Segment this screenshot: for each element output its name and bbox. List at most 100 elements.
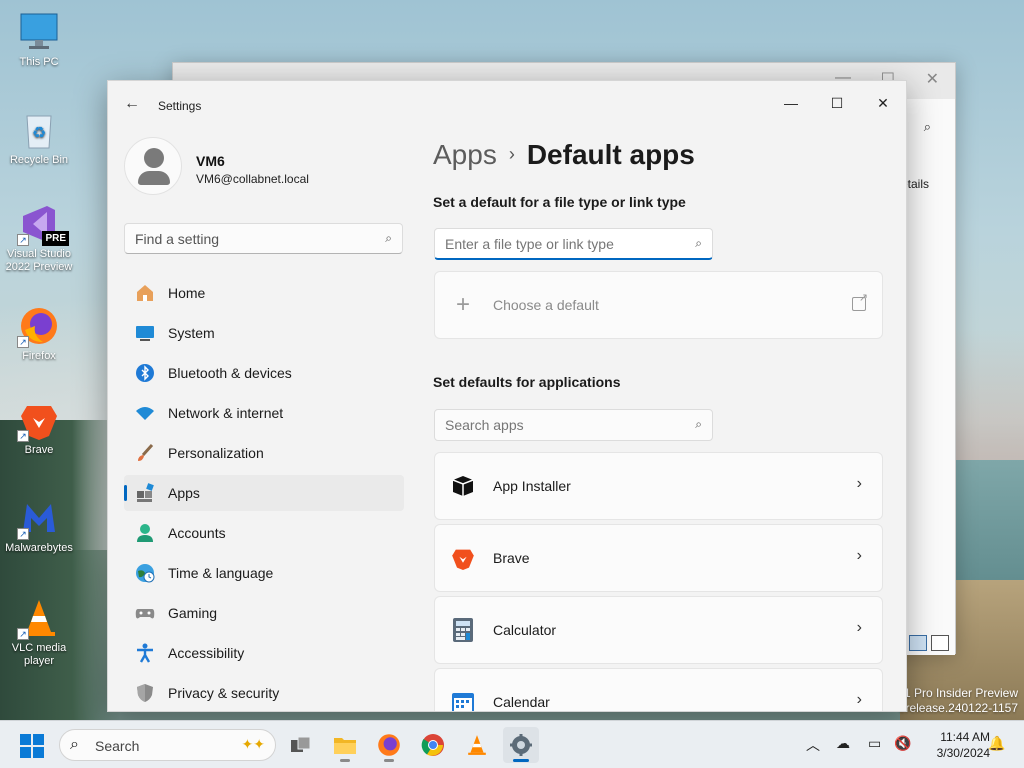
find-setting-box[interactable]: ⌕ bbox=[124, 223, 403, 254]
apps-search-box[interactable]: ⌕ bbox=[434, 409, 713, 441]
home-icon bbox=[134, 282, 156, 304]
view-toggle[interactable] bbox=[909, 635, 949, 651]
desktop-icon-recycle-bin[interactable]: ♻ Recycle Bin bbox=[1, 110, 77, 167]
sidebar-item-accounts[interactable]: Accounts bbox=[124, 515, 404, 551]
plus-icon: + bbox=[455, 291, 470, 318]
search-icon: ⌕ bbox=[385, 231, 392, 245]
taskbar-chrome[interactable] bbox=[415, 727, 451, 763]
filetype-search-box[interactable]: ⌕ bbox=[434, 228, 713, 260]
back-arrow-icon[interactable]: ← bbox=[124, 95, 140, 113]
breadcrumb: Apps › Default apps bbox=[433, 139, 695, 171]
window-title: Settings bbox=[158, 99, 202, 113]
gamepad-icon bbox=[134, 602, 156, 624]
folder-icon bbox=[334, 738, 356, 754]
app-row-brave[interactable]: Brave › bbox=[434, 524, 883, 592]
sidebar-item-accessibility[interactable]: Accessibility bbox=[124, 635, 404, 671]
svg-text:♻: ♻ bbox=[32, 125, 46, 142]
search-icon[interactable]: ⌕ bbox=[924, 119, 931, 135]
sidebar-item-apps[interactable]: Apps bbox=[124, 475, 404, 511]
sidebar-item-personalization[interactable]: Personalization bbox=[124, 435, 404, 471]
cloud-offline-icon[interactable]: ☁ bbox=[836, 735, 850, 752]
volume-muted-icon[interactable]: 🔇 bbox=[894, 735, 911, 752]
shield-icon bbox=[134, 682, 156, 704]
sidebar-item-label: Accounts bbox=[168, 525, 226, 541]
taskbar-firefox[interactable] bbox=[371, 727, 407, 763]
minimize-button[interactable]: — bbox=[768, 87, 814, 119]
choose-default-card[interactable]: + Choose a default bbox=[434, 271, 883, 339]
sidebar-item-label: Privacy & security bbox=[168, 685, 280, 701]
chevron-up-icon[interactable]: ︿ bbox=[806, 735, 820, 755]
chevron-right-icon: › bbox=[856, 547, 862, 564]
sidebar-item-home[interactable]: Home bbox=[124, 275, 404, 311]
clock-time: 11:44 AM bbox=[940, 730, 990, 744]
taskbar-file-explorer[interactable] bbox=[327, 727, 363, 763]
sidebar-item-label: System bbox=[168, 325, 215, 341]
network-icon[interactable]: ▭ bbox=[868, 735, 881, 752]
sidebar-item-label: Gaming bbox=[168, 605, 218, 621]
vlc-cone-icon bbox=[468, 735, 486, 755]
desktop-icon-vlc[interactable]: ↗ VLC media player bbox=[1, 598, 77, 668]
insider-watermark: 1 Pro Insider Preview erelease.240122-11… bbox=[899, 686, 1018, 716]
calendar-icon bbox=[449, 688, 477, 711]
apps-defaults-heading: Set defaults for applications bbox=[433, 374, 621, 390]
filetype-heading: Set a default for a file type or link ty… bbox=[433, 194, 686, 210]
taskbar-search-label: Search bbox=[95, 738, 140, 754]
sidebar-item-bluetooth[interactable]: Bluetooth & devices bbox=[124, 355, 404, 391]
filetype-search-input[interactable] bbox=[435, 229, 712, 258]
sparkle-icon: ✦✦ bbox=[241, 736, 265, 752]
brave-lion-icon: ↗ bbox=[17, 400, 59, 442]
taskbar-vlc[interactable] bbox=[459, 727, 495, 763]
app-name: App Installer bbox=[493, 478, 571, 494]
sidebar-item-system[interactable]: System bbox=[124, 315, 404, 351]
brave-lion-icon bbox=[449, 544, 477, 572]
paintbrush-icon bbox=[134, 442, 156, 464]
close-button[interactable]: ✕ bbox=[860, 87, 906, 119]
breadcrumb-parent[interactable]: Apps bbox=[433, 139, 497, 170]
sidebar-item-label: Bluetooth & devices bbox=[168, 365, 292, 381]
taskbar-settings[interactable] bbox=[503, 727, 539, 763]
calculator-icon bbox=[449, 616, 477, 644]
details-view-icon[interactable] bbox=[909, 635, 927, 651]
box-icon bbox=[449, 472, 477, 500]
find-setting-input[interactable] bbox=[125, 224, 402, 253]
sidebar-item-gaming[interactable]: Gaming bbox=[124, 595, 404, 631]
shortcut-arrow-icon: ↗ bbox=[17, 234, 29, 246]
avatar[interactable] bbox=[124, 137, 182, 195]
desktop-icon-firefox[interactable]: ↗ Firefox bbox=[1, 306, 77, 363]
start-button[interactable] bbox=[20, 734, 44, 758]
desktop-icon-this-pc[interactable]: This PC bbox=[1, 12, 77, 69]
close-icon[interactable]: ✕ bbox=[926, 69, 939, 89]
sidebar-item-label: Time & language bbox=[168, 565, 274, 581]
app-row-calculator[interactable]: Calculator › bbox=[434, 596, 883, 664]
notification-bell-icon[interactable]: 🔔 bbox=[988, 735, 1005, 752]
desktop-icon-visual-studio[interactable]: PRE ↗ Visual Studio 2022 Preview bbox=[1, 204, 77, 274]
sidebar-item-time-language[interactable]: Time & language bbox=[124, 555, 404, 591]
firefox-icon: ↗ bbox=[17, 306, 59, 348]
clock[interactable]: 11:44 AM 3/30/2024 bbox=[920, 729, 990, 761]
sidebar-item-privacy[interactable]: Privacy & security bbox=[124, 675, 404, 711]
sidebar-item-label: Apps bbox=[168, 485, 200, 501]
app-row-calendar[interactable]: Calendar › bbox=[434, 668, 883, 711]
taskbar-search[interactable]: ⌕ Search ✦✦ bbox=[59, 729, 276, 761]
monitor-icon bbox=[19, 12, 59, 52]
watermark-line: 1 Pro Insider Preview bbox=[903, 686, 1018, 700]
settings-window[interactable]: ← Settings — ☐ ✕ VM6 VM6@collabnet.local… bbox=[107, 80, 907, 712]
sidebar-item-network[interactable]: Network & internet bbox=[124, 395, 404, 431]
app-row-app-installer[interactable]: App Installer › bbox=[434, 452, 883, 520]
chrome-icon bbox=[421, 734, 444, 756]
search-icon: ⌕ bbox=[70, 736, 79, 753]
sidebar-item-label: Home bbox=[168, 285, 206, 301]
settings-titlebar[interactable]: ← Settings — ☐ ✕ bbox=[108, 81, 906, 129]
sidebar-item-label: Network & internet bbox=[168, 405, 284, 421]
task-view-button[interactable] bbox=[283, 727, 319, 763]
search-icon: ⌕ bbox=[695, 417, 702, 431]
maximize-button[interactable]: ☐ bbox=[814, 87, 860, 119]
person-icon bbox=[134, 522, 156, 544]
desktop-icon-malwarebytes[interactable]: ↗ Malwarebytes bbox=[1, 498, 77, 555]
shortcut-arrow-icon: ↗ bbox=[17, 628, 29, 640]
desktop-icon-brave[interactable]: ↗ Brave bbox=[1, 400, 77, 457]
apps-search-input[interactable] bbox=[435, 410, 712, 440]
tiles-view-icon[interactable] bbox=[931, 635, 949, 651]
open-external-icon bbox=[852, 291, 868, 311]
desktop-icon-label: Recycle Bin bbox=[9, 154, 69, 166]
